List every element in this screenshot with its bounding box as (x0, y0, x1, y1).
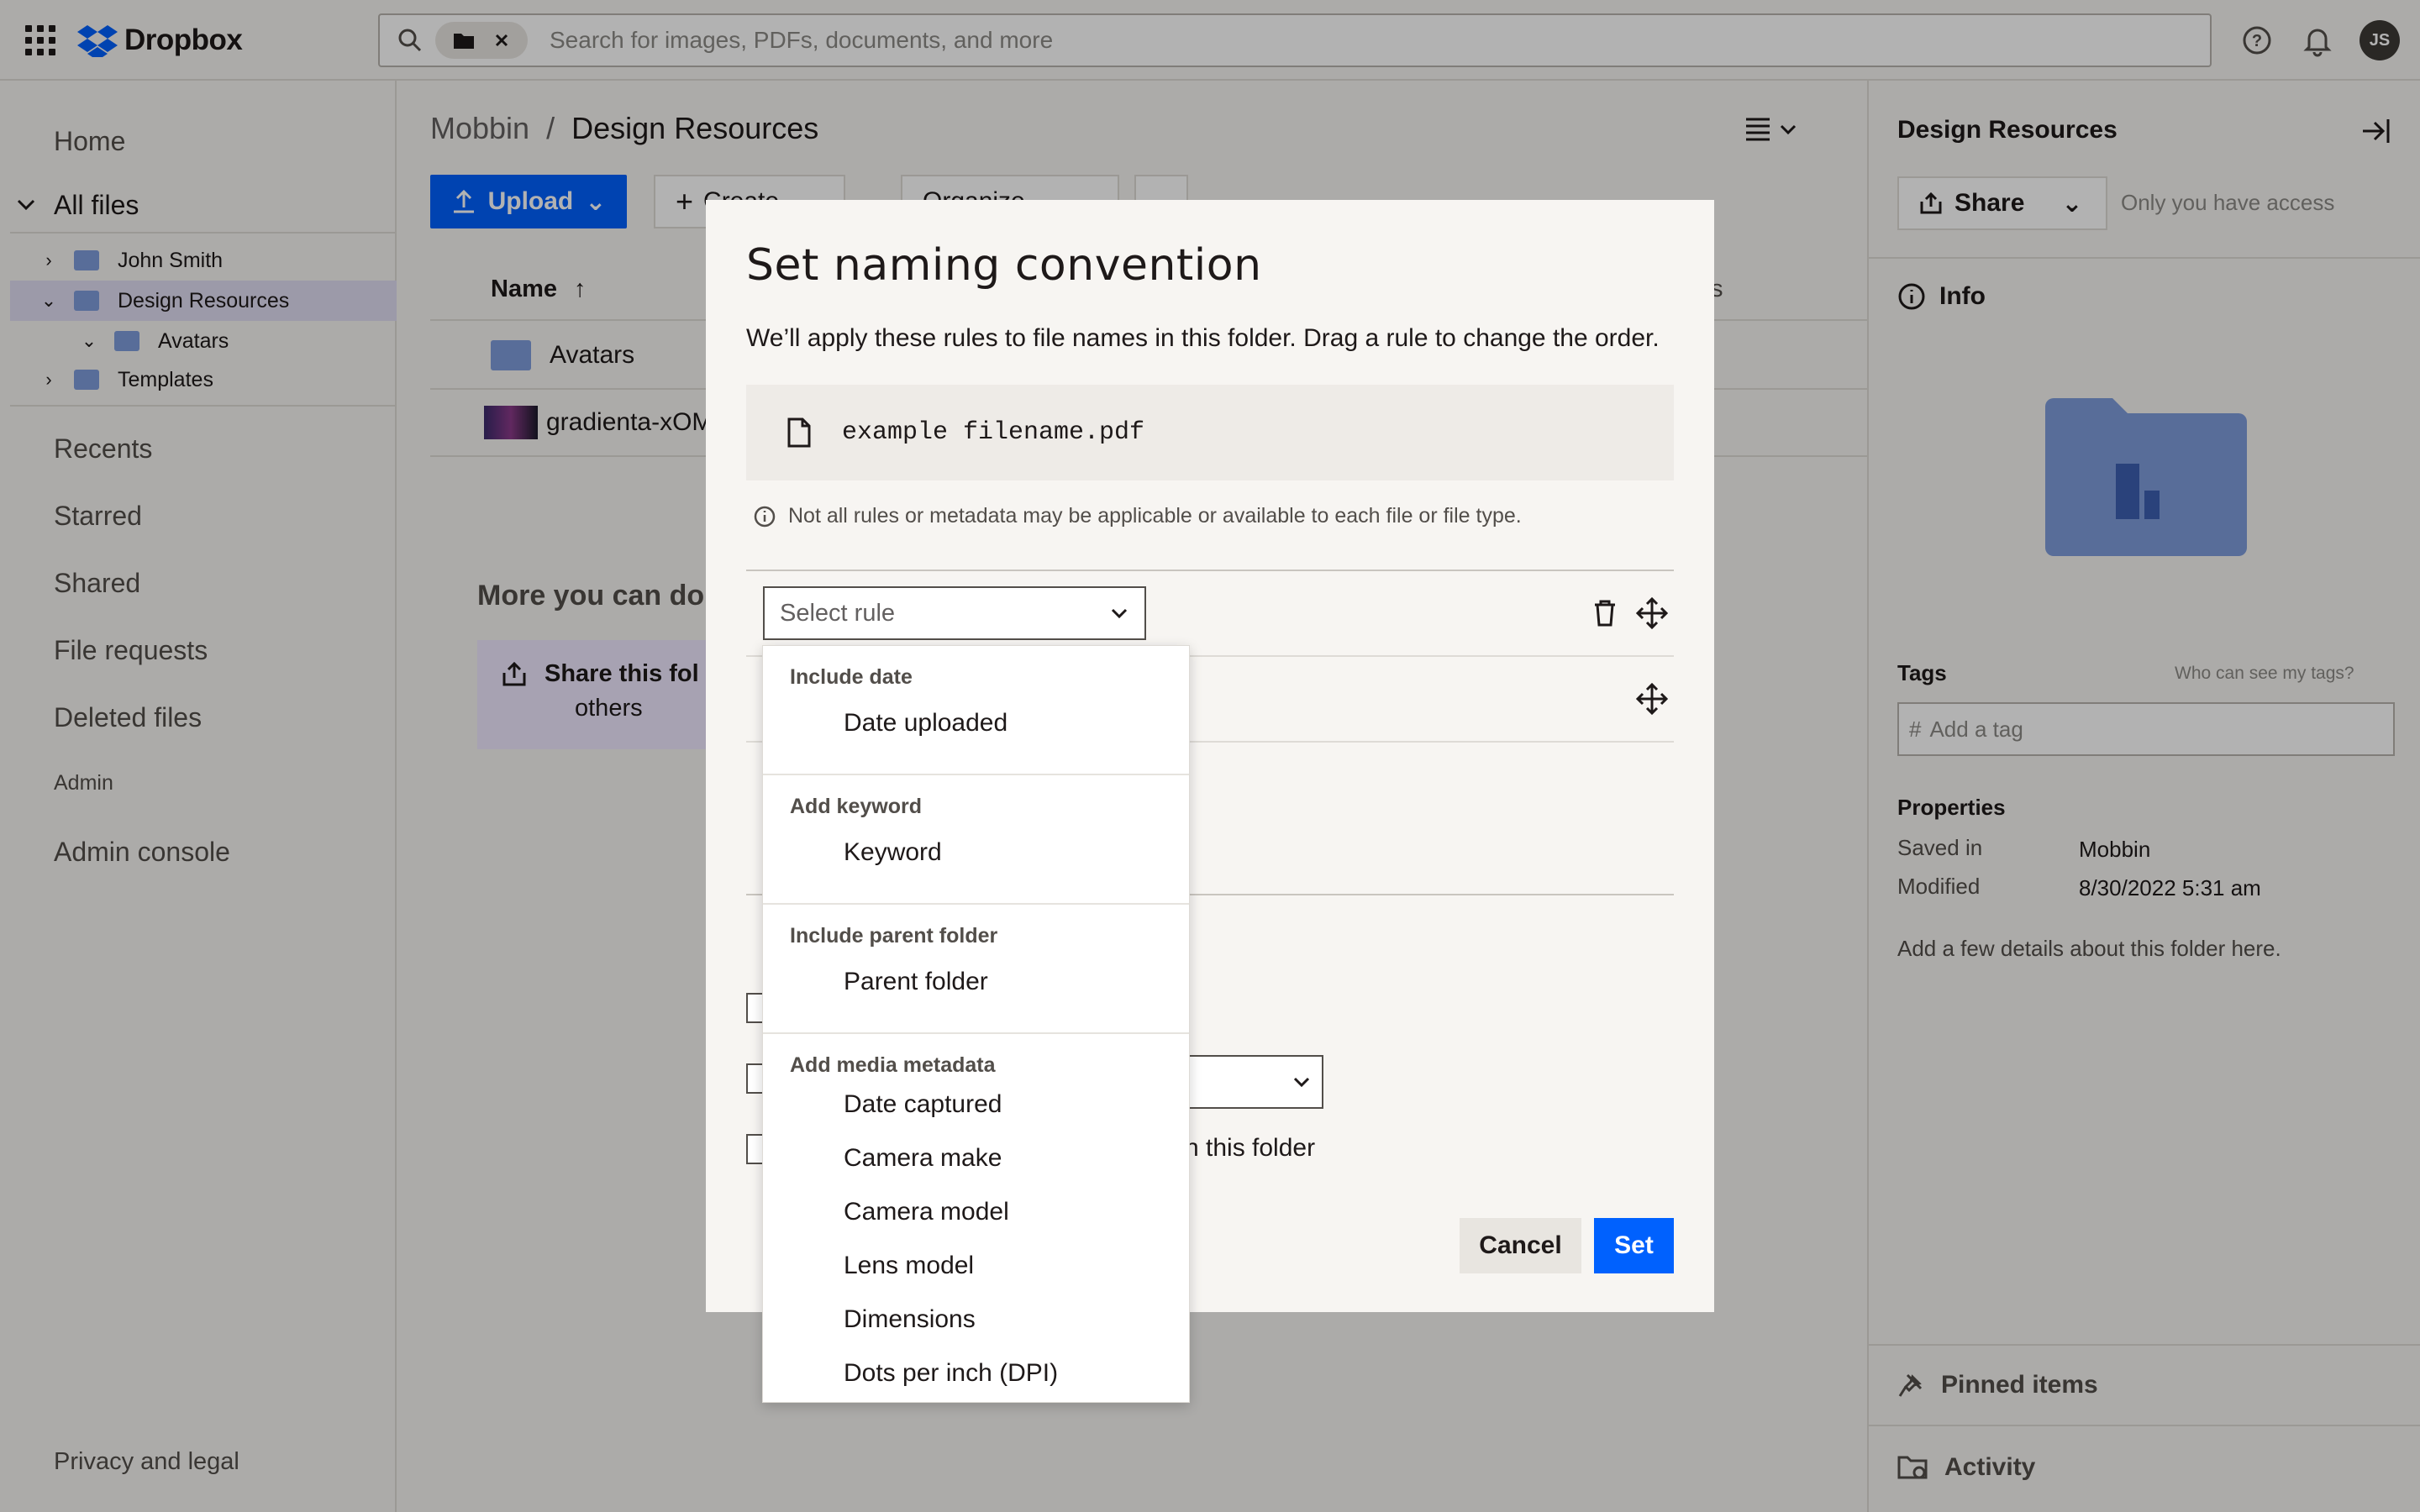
menu-item-keyword[interactable]: Keyword (763, 819, 1189, 886)
drag-handle-icon[interactable] (1635, 596, 1669, 630)
dialog-title: Set naming convention (746, 240, 1262, 291)
menu-group-parent-folder: Include parent folder Parent folder (763, 905, 1189, 1034)
example-filename-preview: example filename.pdf (746, 385, 1674, 480)
file-icon (787, 417, 811, 448)
chevron-down-icon (1111, 608, 1128, 619)
apply-option-text: n this folder (1185, 1134, 1316, 1162)
set-button[interactable]: Set (1594, 1218, 1674, 1273)
menu-item-date-captured[interactable]: Date captured (763, 1078, 1189, 1131)
menu-group-keyword: Add keyword Keyword (763, 775, 1189, 905)
example-filename: example filename.pdf (842, 418, 1145, 447)
menu-item-date-uploaded[interactable]: Date uploaded (763, 690, 1189, 757)
menu-item-camera-model[interactable]: Camera model (763, 1185, 1189, 1239)
note-text: Not all rules or metadata may be applica… (788, 504, 1522, 528)
menu-group-date: Include date Date uploaded (763, 646, 1189, 775)
select-rule-value: Select rule (780, 599, 896, 627)
rule-options-menu: Include date Date uploaded Add keyword K… (762, 645, 1190, 1403)
applicability-note: Not all rules or metadata may be applica… (753, 504, 1522, 528)
trash-icon[interactable] (1588, 596, 1622, 630)
menu-item-lens-model[interactable]: Lens model (763, 1239, 1189, 1293)
menu-group-header: Add keyword (790, 795, 922, 818)
drag-handle-icon[interactable] (1635, 682, 1669, 716)
menu-group-media-metadata: Add media metadata Date captured Camera … (763, 1034, 1189, 1400)
option-select[interactable] (1189, 1055, 1323, 1109)
chevron-down-icon (1293, 1077, 1310, 1088)
menu-group-header: Include parent folder (790, 924, 998, 948)
menu-item-dimensions[interactable]: Dimensions (763, 1293, 1189, 1347)
select-rule-dropdown[interactable]: Select rule (763, 586, 1146, 640)
info-icon (754, 506, 776, 527)
menu-group-header: Include date (790, 665, 913, 689)
cancel-button[interactable]: Cancel (1460, 1218, 1581, 1273)
menu-group-header: Add media metadata (790, 1053, 996, 1077)
dialog-description: We’ll apply these rules to file names in… (746, 324, 1660, 352)
menu-item-camera-make[interactable]: Camera make (763, 1131, 1189, 1185)
menu-item-dpi[interactable]: Dots per inch (DPI) (763, 1347, 1189, 1400)
menu-item-parent-folder[interactable]: Parent folder (763, 948, 1189, 1016)
